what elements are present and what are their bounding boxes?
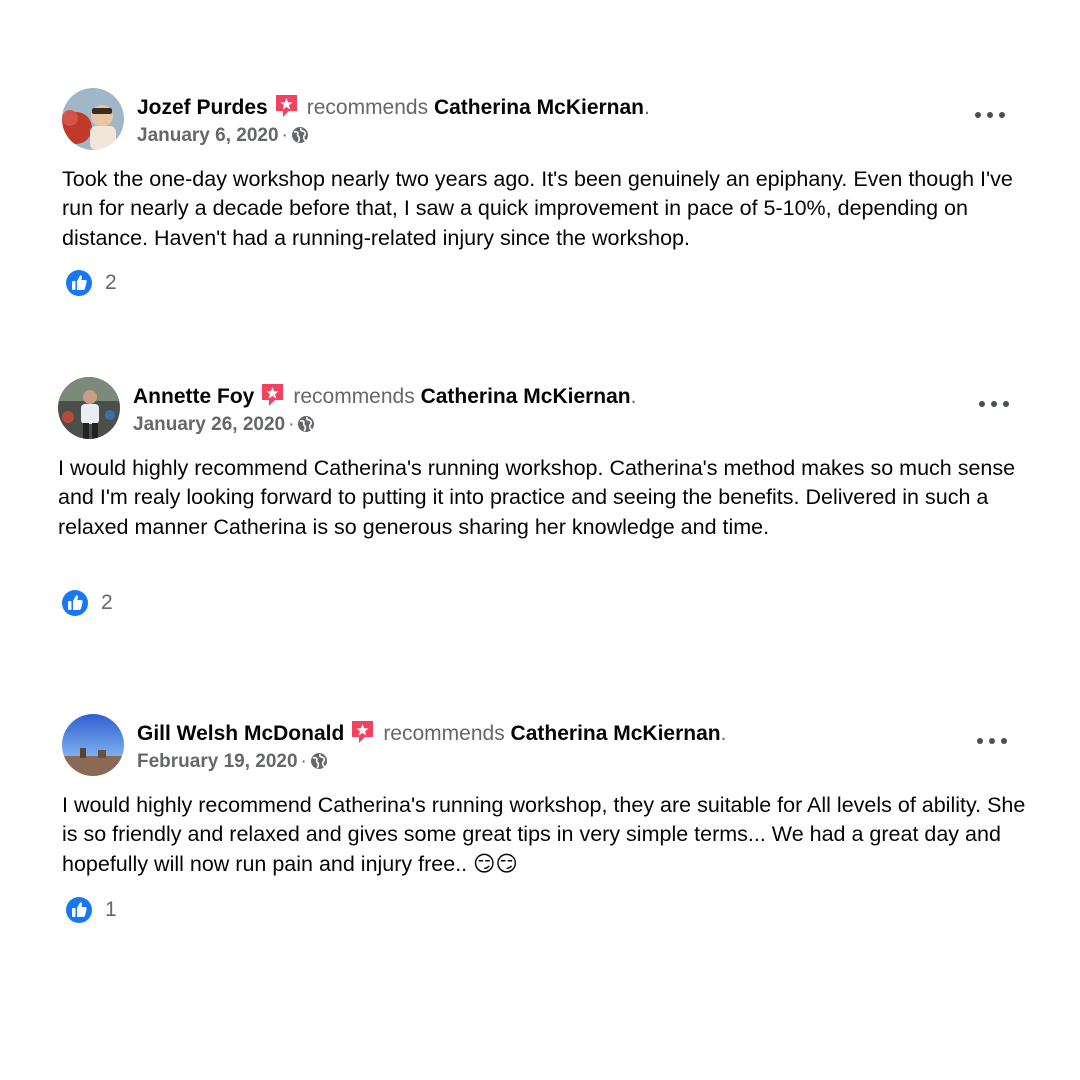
recommendation-line: Gill Welsh McDonald recommends Catherina … (137, 720, 726, 747)
more-options-icon[interactable] (975, 108, 1005, 122)
review-card: Jozef Purdes recommends Catherina McKiern… (62, 88, 1042, 296)
like-count: 2 (101, 591, 113, 614)
review-header: Gill Welsh McDonald recommends Catherina … (62, 714, 1042, 778)
review-header: Jozef Purdes recommends Catherina McKiern… (62, 88, 1042, 152)
post-date[interactable]: January 6, 2020 (137, 125, 279, 146)
review-card: Gill Welsh McDonald recommends Catherina … (62, 714, 1042, 923)
review-header: Annette Foy recommends Catherina McKierna… (58, 377, 1038, 441)
separator-dot: · (300, 751, 307, 772)
reaction-summary[interactable]: 2 (65, 268, 117, 298)
post-meta: January 6, 2020 · (137, 124, 309, 148)
page-name[interactable]: Catherina McKiernan (421, 385, 631, 408)
separator-dot: · (288, 414, 295, 435)
post-meta: February 19, 2020 · (137, 750, 328, 774)
author-name[interactable]: Gill Welsh McDonald (137, 722, 344, 745)
more-options-icon[interactable] (977, 734, 1007, 748)
reaction-summary[interactable]: 1 (65, 895, 117, 925)
period: . (720, 722, 727, 745)
reaction-summary[interactable]: 2 (61, 588, 113, 618)
recommendation-star-badge-icon (260, 383, 285, 407)
like-thumb-icon (62, 590, 88, 616)
globe-icon[interactable] (310, 752, 328, 770)
review-text: I would highly recommend Catherina's run… (62, 793, 1026, 876)
globe-icon[interactable] (297, 415, 315, 433)
like-count: 1 (105, 898, 117, 921)
like-thumb-icon (66, 897, 92, 923)
post-date[interactable]: February 19, 2020 (137, 751, 298, 772)
recommends-text: recommends (383, 722, 505, 745)
recommends-text: recommends (306, 96, 429, 119)
post-meta: January 26, 2020 · (133, 413, 315, 437)
recommendation-star-badge-icon (350, 720, 375, 744)
author-name[interactable]: Annette Foy (133, 385, 254, 408)
period: . (630, 385, 637, 408)
review-text: Took the one-day workshop nearly two yea… (62, 167, 1013, 250)
like-thumb-icon (66, 270, 92, 296)
post-date[interactable]: January 26, 2020 (133, 414, 285, 435)
avatar[interactable] (62, 88, 124, 150)
like-count: 2 (105, 271, 117, 294)
recommendation-line: Annette Foy recommends Catherina McKierna… (133, 383, 636, 410)
avatar[interactable] (58, 377, 120, 439)
separator-dot: · (281, 125, 288, 146)
page-name[interactable]: Catherina McKiernan (511, 722, 721, 745)
globe-icon[interactable] (291, 126, 309, 144)
review-text: I would highly recommend Catherina's run… (58, 456, 1016, 539)
review-card: Annette Foy recommends Catherina McKierna… (58, 377, 1038, 616)
recommends-text: recommends (293, 385, 415, 408)
page-name[interactable]: Catherina McKiernan (434, 96, 644, 119)
recommendation-star-badge-icon (274, 94, 299, 118)
avatar[interactable] (62, 714, 124, 776)
more-options-icon[interactable] (979, 397, 1009, 411)
author-name[interactable]: Jozef Purdes (137, 96, 268, 119)
period: . (644, 96, 650, 119)
recommendation-line: Jozef Purdes recommends Catherina McKiern… (137, 94, 650, 121)
